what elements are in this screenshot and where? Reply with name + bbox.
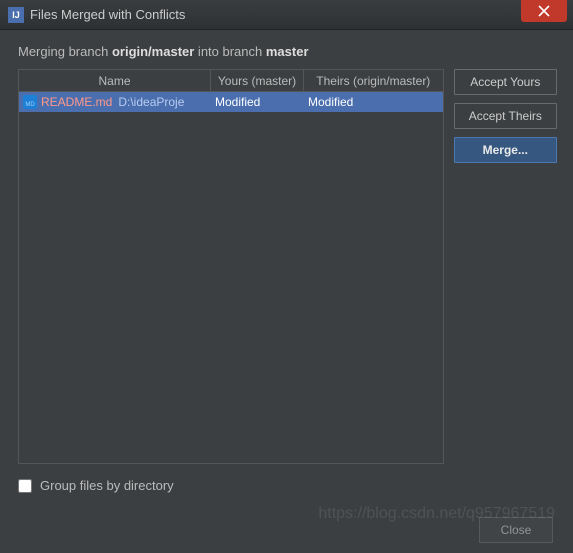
action-panel: Accept Yours Accept Theirs Merge...	[454, 69, 557, 464]
conflicts-table: Name Yours (master) Theirs (origin/maste…	[18, 69, 444, 464]
desc-prefix: Merging branch	[18, 44, 112, 59]
cell-yours: Modified	[211, 95, 304, 109]
title-bar: IJ Files Merged with Conflicts	[0, 0, 573, 30]
col-yours[interactable]: Yours (master)	[211, 70, 304, 91]
window-title: Files Merged with Conflicts	[30, 7, 521, 22]
accept-theirs-button[interactable]: Accept Theirs	[454, 103, 557, 129]
cell-theirs: Modified	[304, 95, 443, 109]
group-by-directory-checkbox[interactable]: Group files by directory	[18, 478, 174, 493]
group-checkbox-label: Group files by directory	[40, 478, 174, 493]
cell-name: MD README.md D:\ideaProje	[19, 95, 211, 109]
desc-mid: into branch	[194, 44, 266, 59]
accept-yours-button[interactable]: Accept Yours	[454, 69, 557, 95]
options-row: Group files by directory	[18, 478, 557, 493]
file-name: README.md	[41, 95, 112, 109]
file-path: D:\ideaProje	[118, 95, 184, 109]
main-row: Name Yours (master) Theirs (origin/maste…	[18, 69, 557, 464]
col-name[interactable]: Name	[19, 70, 211, 91]
app-icon: IJ	[8, 7, 24, 23]
merge-description: Merging branch origin/master into branch…	[18, 44, 557, 59]
dialog-content: Merging branch origin/master into branch…	[0, 30, 573, 553]
from-branch: origin/master	[112, 44, 194, 59]
to-branch: master	[266, 44, 309, 59]
markdown-file-icon: MD	[23, 95, 37, 109]
close-icon	[538, 5, 550, 17]
merge-button[interactable]: Merge...	[454, 137, 557, 163]
table-header: Name Yours (master) Theirs (origin/maste…	[19, 70, 443, 92]
window-close-button[interactable]	[521, 0, 567, 22]
window-buttons	[521, 0, 573, 29]
table-body: MD README.md D:\ideaProje Modified Modif…	[19, 92, 443, 463]
group-checkbox-input[interactable]	[18, 479, 32, 493]
footer: Close	[18, 517, 557, 543]
col-theirs[interactable]: Theirs (origin/master)	[304, 70, 443, 91]
close-button[interactable]: Close	[479, 517, 553, 543]
table-row[interactable]: MD README.md D:\ideaProje Modified Modif…	[19, 92, 443, 112]
